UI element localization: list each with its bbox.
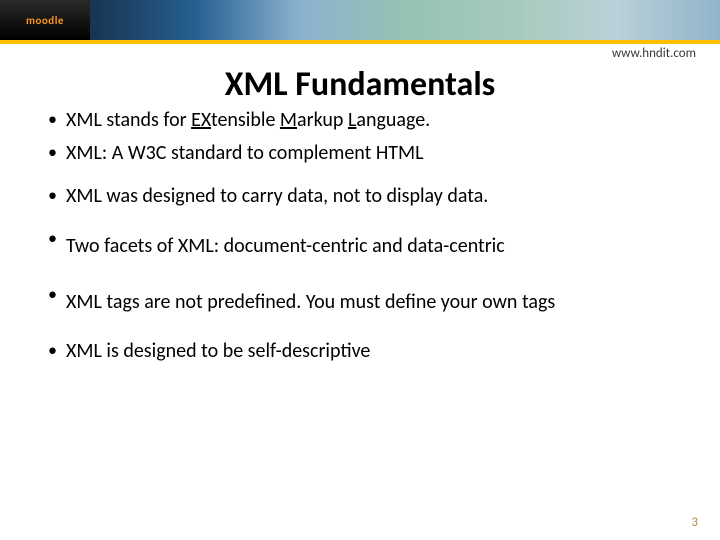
bullet-list: • XML stands for EXtensible Markup Langu… <box>48 107 680 365</box>
list-item: • Two facets of XML: document-centric an… <box>48 226 680 266</box>
bullet-text: XML was designed to carry data, not to d… <box>66 183 680 210</box>
list-item: • XML is designed to be self-descriptive <box>48 338 680 365</box>
site-url: www.hndit.com <box>612 46 696 61</box>
header-banner: moodle <box>0 0 720 40</box>
bullet-icon: • <box>48 183 66 210</box>
bullet-text: XML stands for EXtensible Markup Languag… <box>66 107 680 134</box>
bullet-icon: • <box>48 226 66 266</box>
bullet-text: Two facets of XML: document-centric and … <box>66 226 680 266</box>
list-item: • XML was designed to carry data, not to… <box>48 183 680 210</box>
accent-bar <box>0 40 720 44</box>
bullet-text: XML is designed to be self-descriptive <box>66 338 680 365</box>
bullet-icon: • <box>48 107 66 134</box>
slide-title: XML Fundamentals <box>0 64 720 105</box>
logo: moodle <box>0 0 90 40</box>
bullet-icon: • <box>48 140 66 167</box>
list-item: • XML stands for EXtensible Markup Langu… <box>48 107 680 134</box>
bullet-icon: • <box>48 338 66 365</box>
list-item: • XML tags are not predefined. You must … <box>48 282 680 322</box>
list-item: • XML: A W3C standard to complement HTML <box>48 140 680 167</box>
bullet-text: XML tags are not predefined. You must de… <box>66 282 680 322</box>
logo-text: moodle <box>26 14 64 27</box>
bullet-text: XML: A W3C standard to complement HTML <box>66 140 680 167</box>
bullet-icon: • <box>48 282 66 322</box>
page-number: 3 <box>691 515 698 530</box>
banner-image-strip <box>90 0 720 40</box>
